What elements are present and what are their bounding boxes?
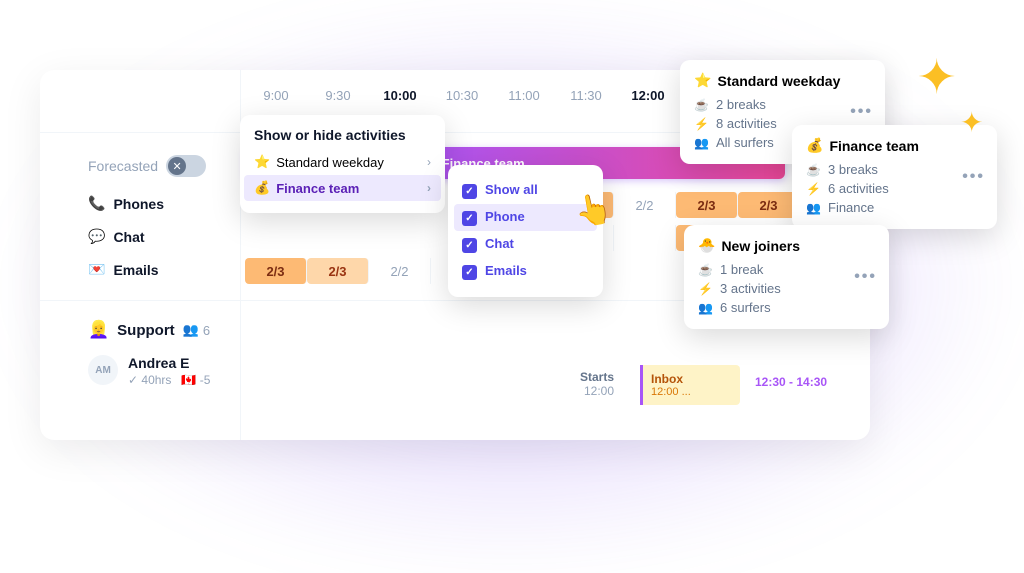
sidebar-label: Emails	[113, 262, 158, 278]
time-slot: 10:00	[369, 88, 431, 103]
user-name: Andrea E	[128, 355, 210, 371]
card-title: Finance team	[829, 138, 918, 154]
checkbox-icon: ✓	[462, 211, 477, 226]
star-icon: ⭐	[694, 72, 711, 89]
chevron-right-icon: ›	[427, 155, 431, 169]
ratio-cell	[614, 225, 676, 251]
card-title: New joiners	[721, 238, 800, 254]
filter-label: Phone	[485, 209, 525, 224]
time-slot: 11:30	[555, 88, 617, 103]
sidebar-item-emails[interactable]: 💌 Emails	[88, 261, 159, 278]
toggle-knob-off-icon: ✕	[168, 157, 186, 175]
ratio-cell: 2/3	[738, 192, 800, 218]
moneybag-icon: 💰	[806, 137, 823, 154]
card-line: ⚡3 activities	[698, 279, 875, 298]
ratio-cell: 2/3	[245, 258, 307, 284]
time-slot: 9:30	[307, 88, 369, 103]
avatar: AM	[88, 355, 118, 385]
ratio-cell: 2/2	[369, 258, 431, 284]
people-icon: 👥	[183, 322, 199, 338]
filter-option[interactable]: ✓ Show all	[462, 177, 589, 204]
filter-option[interactable]: ✓ Phone	[454, 204, 597, 231]
line-icon: 👥	[698, 301, 712, 315]
checkbox-icon: ✓	[462, 184, 477, 199]
shift-start: Starts 12:00	[580, 370, 614, 398]
option-icon: ⭐	[254, 154, 270, 170]
card-title: Standard weekday	[717, 73, 840, 89]
flag-icon: 🇨🇦 -5	[181, 373, 210, 387]
time-slot: 12:00	[617, 88, 679, 103]
group-support[interactable]: 👱‍♀️ Support 👥 6	[88, 320, 210, 340]
group-label: Support	[117, 322, 175, 339]
card-line: 👥Finance	[806, 198, 983, 217]
phone-icon: 📞	[88, 195, 105, 212]
inbox-block[interactable]: Inbox 12:00 ...	[640, 365, 740, 405]
heart-icon: 💌	[88, 261, 105, 278]
card-line: ☕1 break	[698, 260, 875, 279]
filter-option[interactable]: ✓ Chat	[462, 231, 589, 258]
activity-option[interactable]: 💰 Finance team ›	[244, 175, 441, 201]
group-count: 👥 6	[183, 322, 210, 338]
more-button[interactable]: •••	[962, 168, 985, 186]
more-button[interactable]: •••	[850, 103, 873, 121]
chevron-right-icon: ›	[427, 181, 431, 195]
forecasted-label: Forecasted	[88, 158, 158, 174]
time-slot: 10:30	[431, 88, 493, 103]
filter-popover: ✓ Show all ✓ Phone ✓ Chat ✓ Emails	[448, 165, 603, 297]
sparkle-icon: ✦	[960, 107, 983, 139]
inbox-label: Inbox	[651, 372, 740, 386]
user-info: Andrea E ✓ 40hrs 🇨🇦 -5	[128, 355, 210, 387]
line-icon: 👥	[694, 136, 708, 150]
inbox-time: 12:00 ...	[651, 386, 740, 398]
sidebar-item-chat[interactable]: 💬 Chat	[88, 228, 145, 245]
time-slot: 9:00	[245, 88, 307, 103]
ratio-cell: 2/3	[676, 192, 738, 218]
sidebar-item-phones[interactable]: 📞 Phones	[88, 195, 164, 212]
forecasted-toggle-row: Forecasted ✕	[88, 155, 206, 177]
info-card-finance-team: 💰 Finance team ☕3 breaks⚡6 activities👥Fin…	[792, 125, 997, 229]
popover-title: Show or hide activities	[254, 127, 431, 143]
line-icon: ⚡	[694, 117, 708, 131]
filter-option[interactable]: ✓ Emails	[462, 258, 589, 285]
line-icon: 👥	[806, 201, 820, 215]
line-icon: ☕	[806, 163, 820, 177]
filter-label: Emails	[485, 263, 527, 278]
card-line: ⚡6 activities	[806, 179, 983, 198]
ratio-cell: 2/3	[307, 258, 369, 284]
line-icon: ☕	[694, 98, 708, 112]
checkbox-icon: ✓	[462, 238, 477, 253]
chat-icon: 💬	[88, 228, 105, 245]
sidebar-label: Phones	[113, 196, 164, 212]
filter-label: Chat	[485, 236, 514, 251]
ratio-cell: 2/2	[614, 192, 676, 218]
card-line: ☕2 breaks	[694, 95, 871, 114]
sidebar-label: Chat	[113, 229, 144, 245]
info-card-new-joiners: 🐣 New joiners ☕1 break⚡3 activities👥6 sur…	[684, 225, 889, 329]
chick-icon: 🐣	[698, 237, 715, 254]
person-icon: 👱‍♀️	[88, 320, 109, 340]
filter-label: Show all	[485, 182, 538, 197]
starts-label: Starts	[580, 370, 614, 384]
line-icon: ☕	[698, 263, 712, 277]
activity-option[interactable]: ⭐ Standard weekday ›	[254, 149, 431, 175]
checkmark-icon: ✓ 40hrs	[128, 373, 171, 387]
activities-popover: Show or hide activities ⭐ Standard weekda…	[240, 115, 445, 213]
line-icon: ⚡	[806, 182, 820, 196]
more-button[interactable]: •••	[854, 268, 877, 286]
option-label: Finance team	[276, 181, 359, 196]
checkbox-icon: ✓	[462, 265, 477, 280]
starts-time: 12:00	[580, 384, 614, 398]
card-line: 👥6 surfers	[698, 298, 875, 317]
sparkle-icon: ✦	[917, 50, 957, 105]
time-range: 12:30 - 14:30	[755, 375, 827, 389]
line-icon: ⚡	[698, 282, 712, 296]
forecasted-toggle[interactable]: ✕	[166, 155, 206, 177]
card-line: ☕3 breaks	[806, 160, 983, 179]
option-label: Standard weekday	[276, 155, 384, 170]
option-icon: 💰	[254, 180, 270, 196]
time-slot: 11:00	[493, 88, 555, 103]
user-row[interactable]: AM Andrea E ✓ 40hrs 🇨🇦 -5	[88, 355, 210, 387]
